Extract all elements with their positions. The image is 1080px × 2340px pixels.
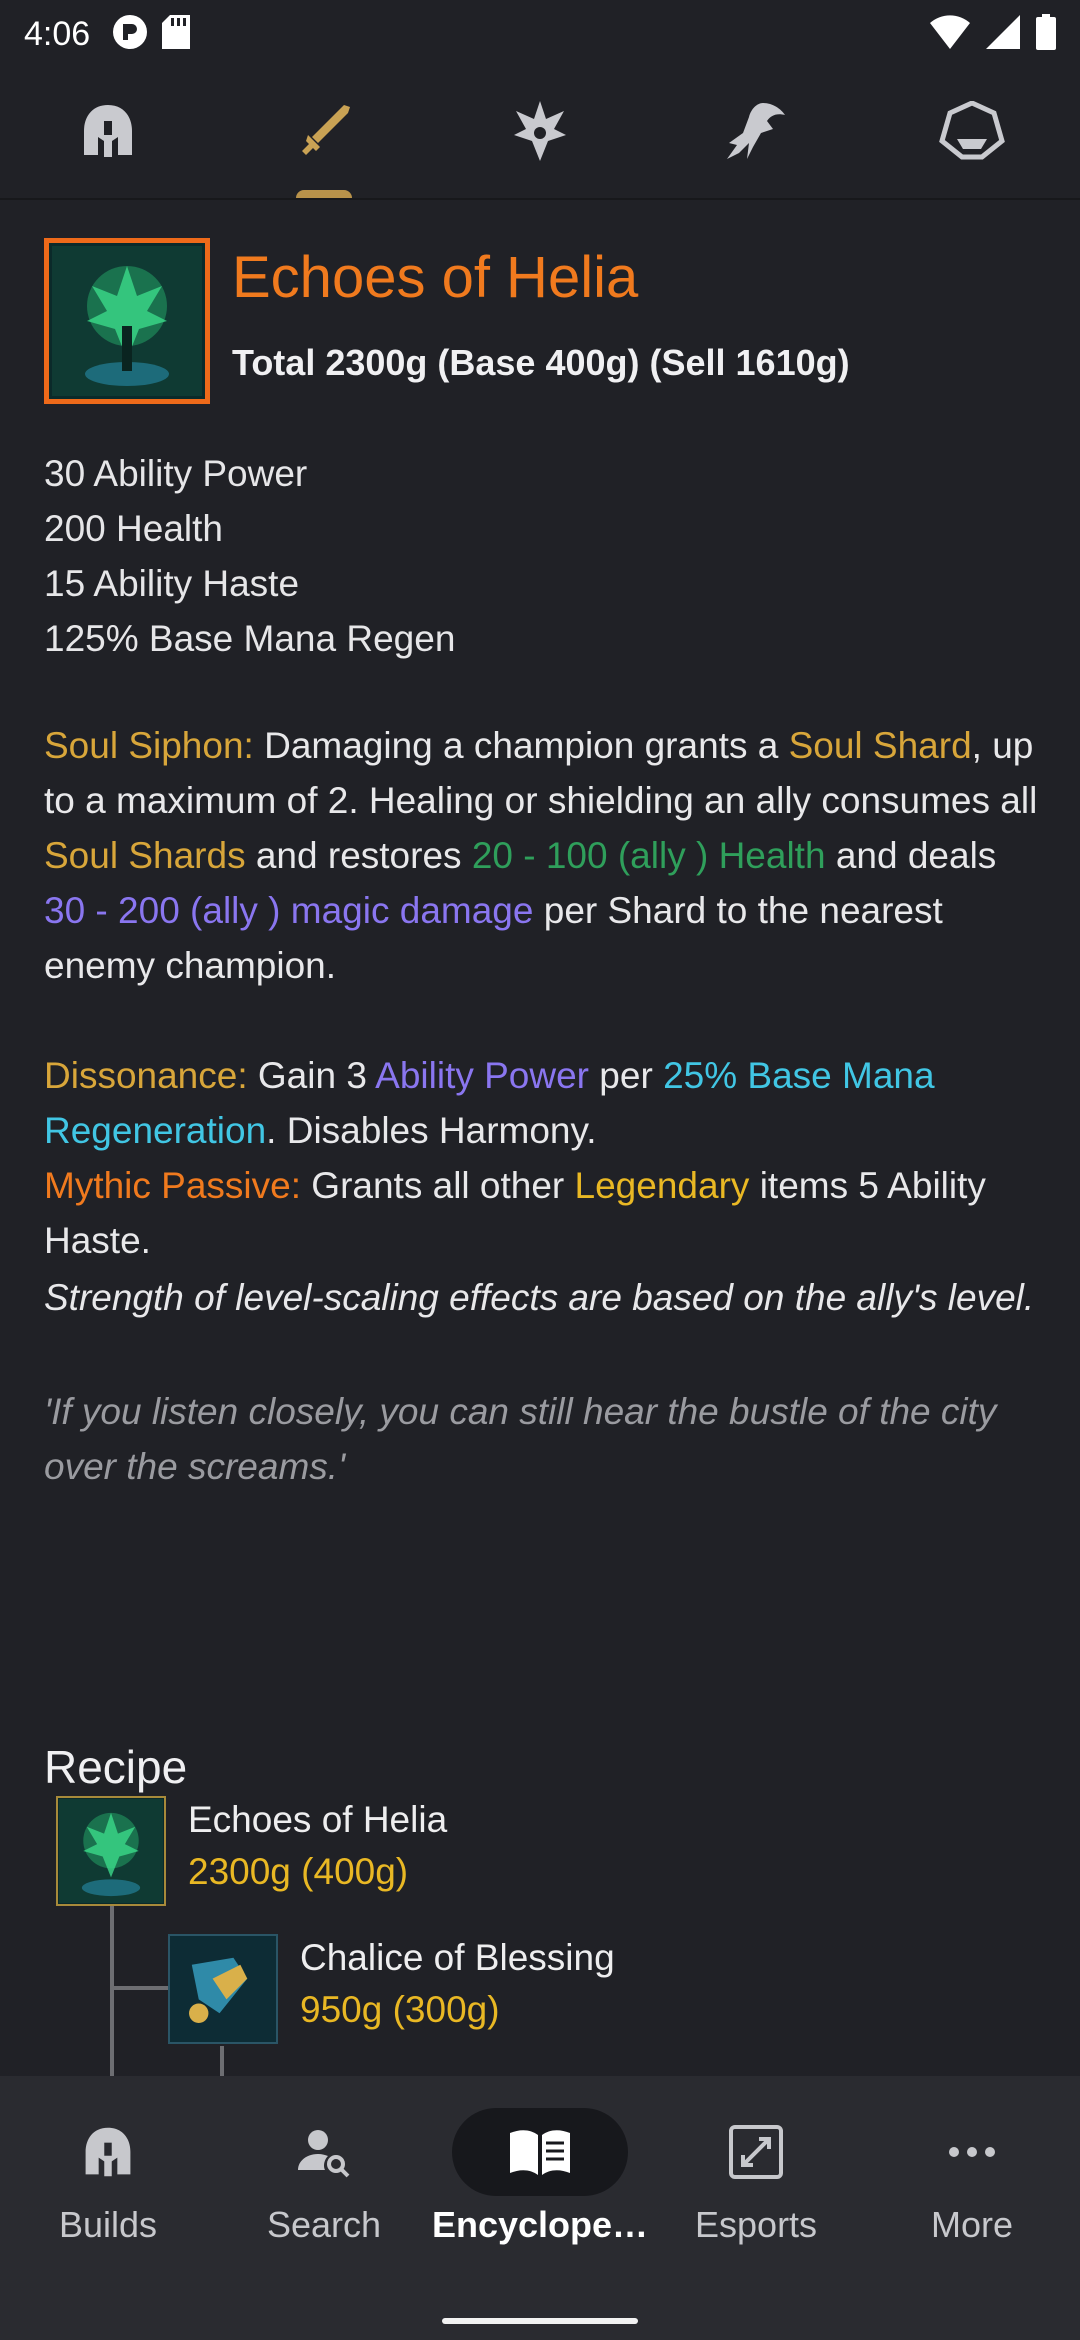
- person-search-icon: [236, 2108, 412, 2196]
- nav-label: Search: [266, 2204, 382, 2245]
- nav-label: More: [931, 2204, 1014, 2245]
- recipe-tree-branch: [110, 1986, 170, 1990]
- recipe-tree-line: [220, 2046, 224, 2076]
- status-time: 4:06: [24, 14, 91, 53]
- passive-name: Mythic Passive:: [44, 1165, 302, 1206]
- recipe-item-icon: [56, 1796, 166, 1906]
- stat-line: 125% Base Mana Regen: [44, 618, 456, 659]
- recipe-item-name: Echoes of Helia: [188, 1799, 448, 1840]
- soul-siphon-passive: Soul Siphon: Damaging a champion grants …: [44, 725, 1038, 986]
- rank-crest-icon: [939, 99, 1005, 166]
- stat-line: 15 Ability Haste: [44, 563, 300, 604]
- mythic-passive: Mythic Passive: Grants all other Legenda…: [44, 1165, 986, 1261]
- encyclopedia-category-tabs: [0, 68, 1080, 200]
- scaling-note: Strength of level-scaling effects are ba…: [44, 1277, 1035, 1318]
- keyword: Legendary: [574, 1165, 750, 1206]
- battery-icon: [1036, 13, 1056, 55]
- recipe-item-name: Chalice of Blessing: [300, 1937, 615, 1978]
- nav-label: Esports: [695, 2204, 818, 2245]
- recipe-item-root[interactable]: Echoes of Helia 2300g (400g): [56, 1796, 447, 1906]
- rune-icon: [510, 99, 570, 168]
- nav-more[interactable]: More: [864, 2076, 1080, 2276]
- app-notification-icon: [112, 14, 148, 55]
- stat-line: 30 Ability Power: [44, 453, 308, 494]
- home-indicator[interactable]: [442, 2318, 638, 2324]
- cell-signal-icon: [986, 14, 1020, 54]
- passive-name: Dissonance:: [44, 1055, 248, 1096]
- status-bar: 4:06: [0, 0, 1080, 68]
- ranks-tab[interactable]: [864, 68, 1080, 198]
- recipe-heading: Recipe: [44, 1741, 188, 1793]
- book-icon: [452, 2108, 628, 2196]
- nav-esports[interactable]: Esports: [648, 2076, 864, 2276]
- item-cost: Total 2300g (Base 400g) (Sell 1610g): [232, 342, 850, 383]
- keyword: Soul Shard: [788, 725, 972, 766]
- item-icon: [44, 238, 210, 404]
- item-stats: 30 Ability Power 200 Health 15 Ability H…: [44, 446, 455, 666]
- helmet-icon: [20, 2108, 196, 2196]
- item-lore-quote: 'If you listen closely, you can still he…: [44, 1391, 997, 1487]
- recipe-item-component[interactable]: Chalice of Blessing 950g (300g): [168, 1934, 615, 2044]
- passive-name: Soul Siphon:: [44, 725, 254, 766]
- recipe-tree-line: [110, 1906, 114, 2076]
- recipe-item-cost: 950g (300g): [300, 1989, 500, 2030]
- wifi-icon: [930, 14, 970, 54]
- recipe-item-cost: 2300g (400g): [188, 1851, 409, 1892]
- sd-card-icon: [162, 14, 191, 54]
- flash-icon: [723, 101, 789, 166]
- nav-encyclopedia[interactable]: Encyclope…: [432, 2076, 648, 2276]
- active-tab-indicator: [296, 190, 352, 198]
- nav-label: Encyclope…: [431, 2204, 649, 2245]
- more-dots-icon: [884, 2108, 1060, 2196]
- heal-value: 20 - 100 (ally ) Health: [471, 835, 826, 876]
- nav-search[interactable]: Search: [216, 2076, 432, 2276]
- summoner-spells-tab[interactable]: [648, 68, 864, 198]
- sword-icon: [294, 101, 354, 166]
- damage-value: 30 - 200 (ally ) magic damage: [44, 890, 534, 931]
- expand-icon: [668, 2108, 844, 2196]
- nav-label: Builds: [58, 2204, 158, 2245]
- stat-line: 200 Health: [44, 508, 223, 549]
- bottom-navigation: Builds Search Encyclope… Esports More: [0, 2076, 1080, 2340]
- nav-builds[interactable]: Builds: [0, 2076, 216, 2276]
- items-tab[interactable]: [216, 68, 432, 198]
- recipe-item-icon: [168, 1934, 278, 2044]
- dissonance-passive: Dissonance: Gain 3 Ability Power per 25%…: [44, 1055, 935, 1151]
- item-header: Echoes of Helia Total 2300g (Base 400g) …: [44, 238, 850, 404]
- runes-tab[interactable]: [432, 68, 648, 198]
- keyword: Soul Shards: [44, 835, 246, 876]
- keyword: Ability Power: [375, 1055, 590, 1096]
- champions-tab[interactable]: [0, 68, 216, 198]
- helmet-icon: [78, 101, 138, 166]
- item-detail-content[interactable]: Echoes of Helia Total 2300g (Base 400g) …: [0, 200, 1080, 2076]
- item-name: Echoes of Helia: [232, 245, 639, 310]
